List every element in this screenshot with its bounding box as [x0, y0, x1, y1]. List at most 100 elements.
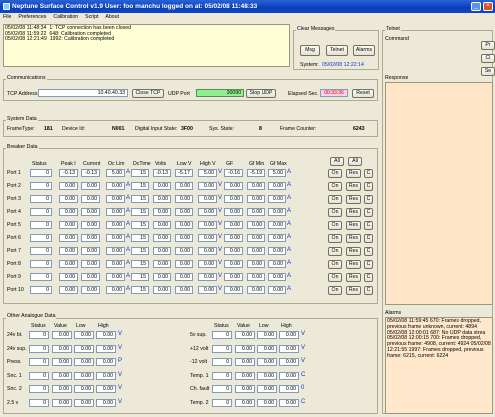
clear-telnet-button[interactable]: Telnet: [326, 45, 348, 56]
analogue-header-status: Status: [214, 323, 229, 329]
close-button[interactable]: ×: [483, 2, 493, 11]
analogue-high-field: 0.00: [96, 385, 116, 393]
port-res-button[interactable]: Res: [346, 247, 361, 256]
clear-msg-button[interactable]: Msg: [300, 45, 320, 56]
alarms-list[interactable]: 05/02/08 11:59:45 670: Frames dropped, p…: [385, 317, 493, 414]
port-on-button[interactable]: On: [328, 234, 342, 243]
telnet-se-button[interactable]: Se: [481, 67, 495, 76]
port-current-field: 0.00: [81, 182, 100, 190]
port-gf-field: 0.00: [224, 208, 243, 216]
port-label: Port 10: [7, 287, 24, 293]
port-c-button[interactable]: C: [364, 182, 373, 191]
amp-unit: A: [287, 286, 292, 292]
port-c-button[interactable]: C: [364, 208, 373, 217]
port-res-button[interactable]: Res: [346, 208, 361, 217]
port-gf-field: 0.00: [224, 221, 243, 229]
port-gfmin-field: 0.00: [247, 208, 265, 216]
menu-item-preferences[interactable]: Preferences: [18, 14, 46, 20]
port-volts-field: 0.00: [153, 195, 171, 203]
port-c-button[interactable]: C: [364, 273, 373, 282]
port-res-button[interactable]: Res: [346, 273, 361, 282]
port-res-button[interactable]: Res: [346, 195, 361, 204]
port-c-button[interactable]: C: [364, 247, 373, 256]
analogue-high-field: 0.00: [279, 344, 299, 353]
tcp-address-label: TCP Address: [7, 91, 38, 97]
port-oclim-field: 0.00: [106, 247, 125, 255]
all-res-button[interactable]: All: [348, 157, 362, 166]
port-gf-field: 0.00: [224, 260, 243, 268]
port-c-button[interactable]: C: [364, 286, 373, 295]
port-on-button[interactable]: On: [328, 221, 342, 230]
close-tcp-button[interactable]: Close TCP: [132, 89, 164, 98]
port-res-button[interactable]: Res: [346, 182, 361, 191]
minimize-button[interactable]: _: [471, 2, 481, 11]
volt-unit: V: [218, 169, 223, 175]
analogue-value-field: 0.00: [52, 371, 72, 380]
port-label: Port 9: [7, 274, 21, 280]
port-c-button[interactable]: C: [364, 234, 373, 243]
port-res-button[interactable]: Res: [346, 221, 361, 230]
port-gfmax-field: 0.00: [268, 221, 286, 229]
all-on-button[interactable]: All: [330, 157, 344, 166]
menu-item-about[interactable]: About: [105, 14, 119, 20]
analogue-data-title: Other Analogue Data: [6, 313, 57, 319]
port-label: Port 6: [7, 235, 21, 241]
port-peak-field: 0.00: [59, 260, 78, 268]
port-res-button[interactable]: Res: [346, 260, 361, 269]
port-c-button[interactable]: C: [364, 195, 373, 204]
amp-unit: A: [287, 182, 292, 188]
port-volts-field: 0.00: [153, 234, 171, 242]
port-highv-field: 0.00: [198, 208, 217, 216]
port-lowv-field: 0.00: [175, 260, 193, 268]
port-on-button[interactable]: On: [328, 273, 342, 282]
analogue-unit: V: [118, 344, 123, 351]
port-label: Port 3: [7, 196, 21, 202]
port-on-button[interactable]: On: [328, 169, 342, 178]
port-gfmin-field: 0.00: [247, 260, 265, 268]
sys-state-value: 8: [259, 126, 262, 132]
analogue-status-field: 0: [212, 398, 232, 407]
port-on-button[interactable]: On: [328, 260, 342, 269]
clear-alarms-button[interactable]: Alarms: [353, 45, 375, 56]
analogue-unit: V: [301, 358, 306, 364]
port-on-button[interactable]: On: [328, 208, 342, 217]
port-gfmin-field: 0.00: [247, 234, 265, 242]
stop-udp-button[interactable]: Stop UDP: [246, 89, 276, 98]
port-peak-field: 0.00: [59, 286, 78, 294]
menu-item-script[interactable]: Script: [85, 14, 98, 20]
command-label: Command: [385, 36, 409, 42]
port-c-button[interactable]: C: [364, 260, 373, 269]
port-dctime-field: 15: [131, 208, 149, 216]
port-gf-field: 0.00: [224, 286, 243, 294]
amp-unit: A: [126, 182, 131, 188]
message-log[interactable]: 05/02/08 11:48:34 1: TCP connection has …: [3, 24, 290, 67]
analogue-value-field: 0.00: [52, 398, 72, 407]
port-c-button[interactable]: C: [364, 169, 373, 178]
telnet-cl-button[interactable]: Cl: [481, 54, 495, 63]
analogue-low-field: 0.00: [257, 371, 277, 380]
analogue-high-field: 0.00: [96, 344, 116, 353]
port-c-button[interactable]: C: [364, 221, 373, 230]
udp-port-input[interactable]: 30090: [196, 89, 244, 97]
port-gfmin-field: 0.00: [247, 182, 265, 190]
port-res-button[interactable]: Res: [346, 169, 361, 178]
menu-item-file[interactable]: File: [3, 14, 11, 20]
menu-item-calibration[interactable]: Calibration: [53, 14, 78, 20]
port-res-button[interactable]: Res: [346, 234, 361, 243]
telnet-response[interactable]: [385, 82, 493, 305]
port-dctime-field: 15: [131, 260, 149, 268]
telnet-pr-button[interactable]: Pr: [481, 41, 495, 50]
analogue-label: Snc. 1: [7, 372, 22, 379]
port-on-button[interactable]: On: [328, 247, 342, 256]
title-bar: Neptune Surface Control v1.9 User: foo m…: [0, 0, 495, 13]
port-gfmax-field: 0.00: [268, 247, 286, 255]
reset-button[interactable]: Reset: [352, 89, 374, 98]
port-on-button[interactable]: On: [328, 195, 342, 204]
analogue-high-field: 0.00: [96, 331, 116, 339]
analogue-low-field: 0.00: [74, 398, 94, 407]
port-on-button[interactable]: On: [328, 286, 342, 295]
volt-unit: V: [218, 273, 223, 279]
port-res-button[interactable]: Res: [346, 286, 361, 295]
port-on-button[interactable]: On: [328, 182, 342, 191]
tcp-address-input[interactable]: 10.40.40.33: [38, 89, 128, 97]
